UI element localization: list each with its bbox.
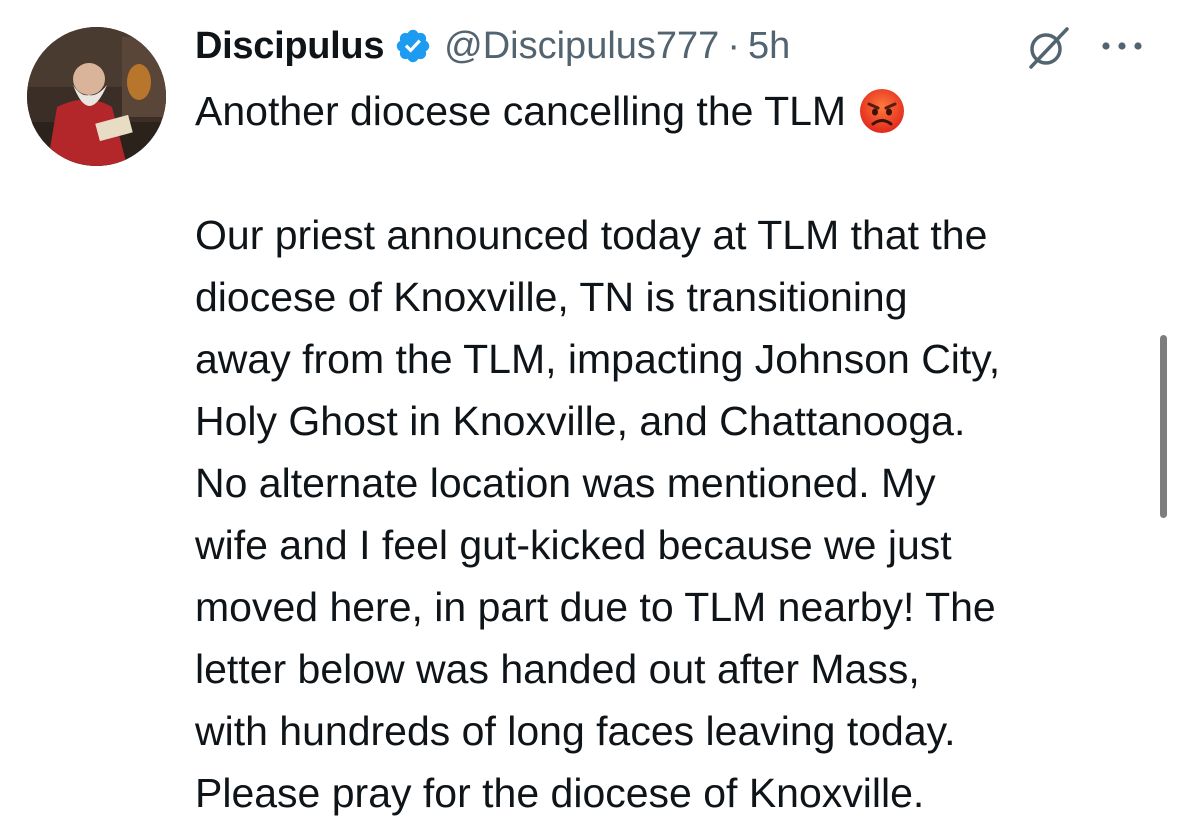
tweet-body-line: Our priest announced today at TLM that t… (195, 212, 988, 258)
tweet-body-line: with hundreds of long faces leaving toda… (195, 708, 956, 754)
tweet-body-line: Please pray for the diocese of Knoxville… (195, 770, 925, 816)
verified-badge-icon (394, 27, 432, 65)
tweet-body-line: letter below was handed out after Mass, (195, 646, 920, 692)
display-name[interactable]: Discipulus (195, 25, 384, 68)
tweet-body-line: No alternate location was mentioned. My (195, 460, 936, 506)
tweet-body-line: Holy Ghost in Knoxville, and Chattanooga… (195, 398, 966, 444)
tweet-body-line: away from the TLM, impacting Johnson Cit… (195, 336, 1001, 382)
tweet-first-line-text: Another diocese cancelling the TLM (195, 88, 847, 134)
avatar[interactable] (27, 27, 166, 166)
tweet-text: Another diocese cancelling the TLM Our p… (195, 80, 1155, 824)
tweet-body-line: diocese of Knoxville, TN is transitionin… (195, 274, 908, 320)
tweet-body-line: moved here, in part due to TLM nearby! T… (195, 584, 996, 630)
timestamp[interactable]: 5h (748, 25, 790, 68)
grok-icon[interactable] (1023, 23, 1073, 73)
more-options-icon[interactable] (1100, 38, 1144, 54)
handle[interactable]: @Discipulus777 (444, 25, 719, 68)
angry-face-emoji-icon (858, 87, 906, 135)
scrollbar[interactable] (1160, 335, 1167, 518)
tweet-body-line: wife and I feel gut-kicked because we ju… (195, 522, 952, 568)
tweet-header: Discipulus @Discipulus777 · 5h (195, 18, 790, 74)
avatar-portrait-image (27, 27, 166, 166)
tweet-first-line: Another diocese cancelling the TLM (195, 80, 1155, 142)
separator-dot: · (727, 24, 740, 67)
